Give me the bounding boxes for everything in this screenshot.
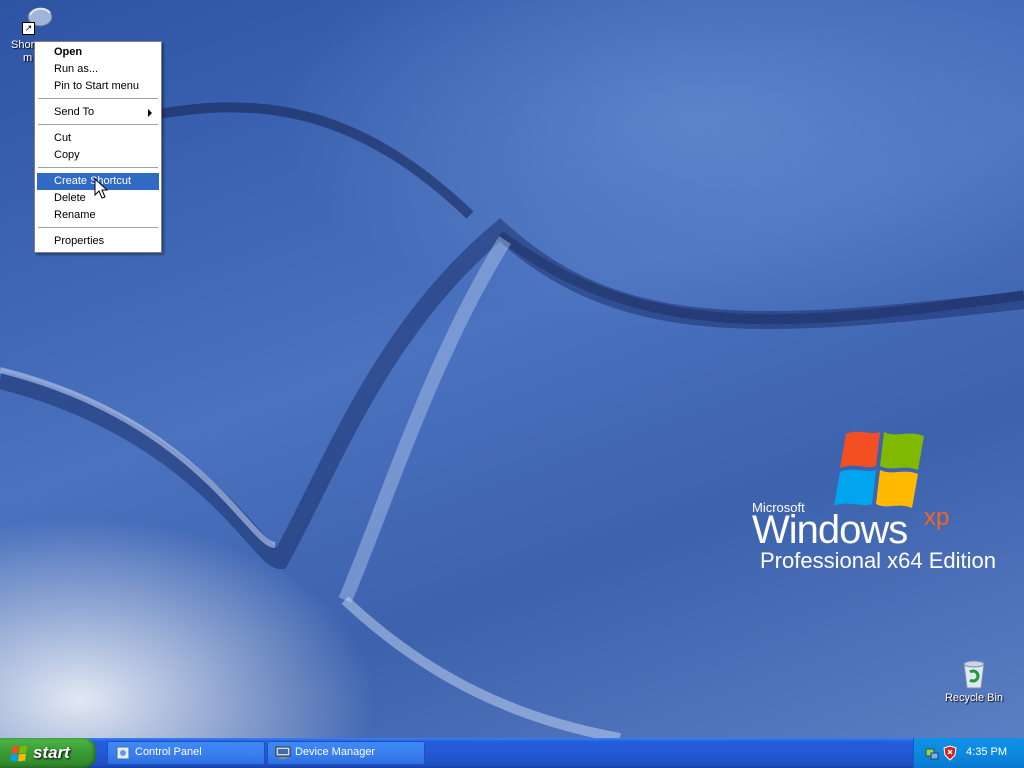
security-shield-icon[interactable] bbox=[942, 745, 958, 761]
menu-item-copy[interactable]: Copy bbox=[37, 147, 159, 164]
taskbar-button-device-manager[interactable]: Device Manager bbox=[267, 741, 425, 765]
system-tray: 4:35 PM bbox=[913, 738, 1024, 768]
menu-item-rename[interactable]: Rename bbox=[37, 207, 159, 224]
menu-separator bbox=[38, 98, 158, 99]
desktop-icon-label: Recycle Bin bbox=[944, 692, 1004, 704]
taskbar-button-label: Control Panel bbox=[135, 746, 202, 758]
recycle-bin-icon bbox=[958, 658, 990, 690]
shortcut-arrow-icon: ↗ bbox=[22, 22, 35, 35]
menu-item-label: Send To bbox=[54, 106, 95, 118]
start-label: start bbox=[33, 743, 70, 762]
menu-item-open[interactable]: Open bbox=[37, 44, 159, 61]
menu-item-send-to[interactable]: Send To bbox=[37, 104, 159, 121]
mouse-cursor-icon bbox=[94, 178, 108, 199]
brand-version: xp bbox=[924, 504, 950, 531]
taskbar-button-label: Device Manager bbox=[295, 746, 376, 758]
desktop-icon-label-line2: m bbox=[23, 52, 33, 64]
menu-item-pin-to-start[interactable]: Pin to Start menu bbox=[37, 78, 159, 95]
network-icon[interactable] bbox=[924, 745, 940, 761]
desktop-icon-shortcut[interactable]: ↗ Shor m bbox=[3, 3, 73, 64]
menu-separator bbox=[38, 227, 158, 228]
device-manager-icon bbox=[275, 746, 291, 759]
taskbar-button-control-panel[interactable]: Control Panel bbox=[107, 741, 265, 765]
windows-flag-logo bbox=[834, 431, 924, 508]
control-panel-icon bbox=[116, 746, 130, 760]
start-button[interactable]: start bbox=[0, 738, 96, 768]
submenu-arrow-icon bbox=[148, 109, 152, 117]
brand-product: Windows bbox=[752, 508, 908, 552]
menu-item-run-as[interactable]: Run as... bbox=[37, 61, 159, 78]
desktop-icon-recycle-bin[interactable]: Recycle Bin bbox=[939, 658, 1009, 704]
taskbar: start Control Panel Device Manager 4:35 … bbox=[0, 738, 1024, 768]
clock[interactable]: 4:35 PM bbox=[966, 746, 1007, 758]
windows-flag-icon bbox=[10, 745, 27, 762]
menu-separator bbox=[38, 124, 158, 125]
context-menu: Open Run as... Pin to Start menu Send To… bbox=[34, 41, 162, 253]
desktop-icon-label: Shor bbox=[11, 39, 35, 51]
menu-item-cut[interactable]: Cut bbox=[37, 130, 159, 147]
shortcut-icon: ↗ bbox=[22, 3, 54, 35]
menu-separator bbox=[38, 167, 158, 168]
menu-item-properties[interactable]: Properties bbox=[37, 233, 159, 250]
brand-edition: Professional x64 Edition bbox=[760, 548, 997, 573]
